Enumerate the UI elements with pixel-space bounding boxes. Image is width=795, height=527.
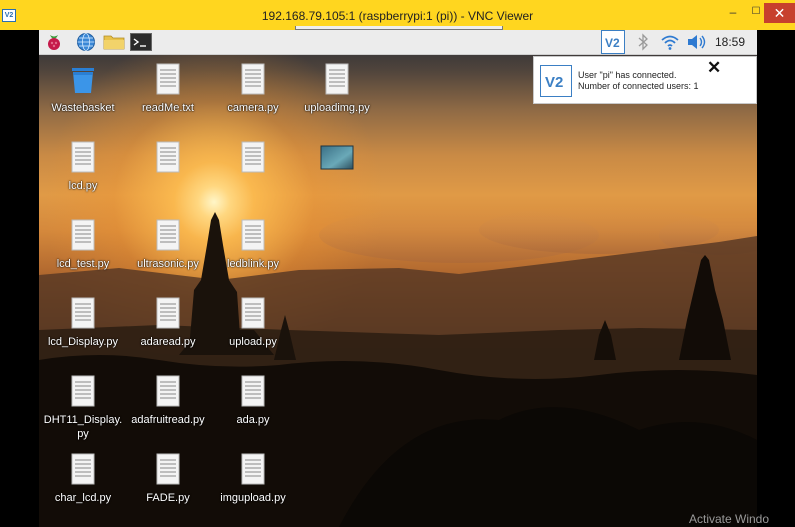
svg-text:V2: V2 (545, 74, 563, 91)
vnc-server-icon[interactable]: V2 (601, 30, 625, 54)
desktop-icon-label: readMe.txt (142, 102, 194, 114)
text-file-icon (156, 63, 180, 95)
desktop-icon-image[interactable] (292, 141, 382, 179)
desktop-icon-readme[interactable]: readMe.txt (123, 63, 213, 115)
desktop-icon-lcd-display[interactable]: lcd_Display.py (39, 297, 128, 349)
text-file-icon (71, 453, 95, 485)
desktop-icon-label: camera.py (227, 102, 279, 114)
desktop-icon-label: uploadimg.py (304, 102, 370, 114)
volume-icon[interactable] (687, 34, 707, 50)
desktop-icon-label: ultrasonic.py (137, 258, 199, 270)
desktop-icon-label: char_lcd.py (54, 492, 112, 504)
image-file-icon (320, 145, 354, 170)
vnc-viewer-titlebar[interactable]: V2 192.168.79.105:1 (raspberrypi:1 (pi))… (0, 0, 795, 30)
file-manager-icon[interactable] (103, 33, 125, 51)
text-file-icon (156, 453, 180, 485)
desktop-icon-label: upload.py (229, 336, 277, 348)
text-file-icon (71, 219, 95, 251)
desktop-icon-lcd-test[interactable]: lcd_test.py (39, 219, 128, 271)
desktop-icon-label: lcd_Display.py (47, 336, 119, 348)
text-file-icon (241, 375, 265, 407)
connection-notification[interactable]: V2 User "pi" has connected. Number of co… (533, 56, 757, 104)
text-file-icon (241, 297, 265, 329)
minimize-button[interactable]: – (722, 4, 744, 20)
remote-desktop[interactable]: V2 18:59 V2 User "pi" has connected. Num… (39, 30, 757, 527)
text-file-icon (156, 219, 180, 251)
notification-close-button[interactable]: ✕ (707, 58, 721, 78)
desktop-icon-file[interactable] (123, 141, 213, 179)
raspberry-pi-menu-icon[interactable] (44, 32, 64, 52)
wifi-icon[interactable] (661, 33, 679, 51)
wastebasket-icon (72, 68, 94, 93)
desktop-icon-label: Wastebasket (51, 102, 115, 114)
desktop-icon-ledblink[interactable]: ledblink.py (208, 219, 298, 271)
desktop-icon-ada[interactable]: ada.py (208, 375, 298, 427)
text-file-icon (156, 375, 180, 407)
desktop-icon-lcd[interactable]: lcd.py (39, 141, 128, 193)
activate-windows-watermark: Activate Windo (689, 512, 770, 526)
text-file-icon (241, 63, 265, 95)
notification-line-2: Number of connected users: 1 (578, 81, 699, 91)
desktop-icon-fade[interactable]: FADE.py (123, 453, 213, 505)
text-file-icon (71, 141, 95, 173)
desktop-icon-label: imgupload.py (220, 492, 286, 504)
notification-line-1: User "pi" has connected. (578, 70, 677, 80)
desktop-icon-imgupload[interactable]: imgupload.py (208, 453, 298, 505)
terminal-icon[interactable] (130, 33, 152, 51)
desktop-icon-wastebasket[interactable]: Wastebasket (39, 63, 128, 115)
desktop-icon-adaread[interactable]: adaread.py (123, 297, 213, 349)
desktop-icon-label: ledblink.py (227, 258, 279, 270)
panel-clock[interactable]: 18:59 (715, 35, 745, 49)
taskbar-panel: V2 18:59 (39, 30, 757, 55)
desktop-icon-label: FADE.py (146, 492, 190, 504)
text-file-icon (241, 141, 265, 173)
svg-text:V2: V2 (605, 36, 620, 50)
close-button[interactable]: ✕ (764, 3, 795, 23)
text-file-icon (241, 219, 265, 251)
desktop-icon-label: lcd_test.py (56, 258, 110, 270)
bluetooth-icon[interactable] (636, 33, 650, 51)
desktop-icon-upload[interactable]: upload.py (208, 297, 298, 349)
desktop-icon-dht11-display[interactable]: DHT11_Display.py (39, 375, 128, 441)
desktop-icon-label: lcd.py (68, 180, 98, 192)
text-file-icon (325, 63, 349, 95)
desktop-icon-file[interactable] (208, 141, 298, 179)
web-browser-icon[interactable] (76, 32, 96, 52)
desktop-icon-ultrasonic[interactable]: ultrasonic.py (123, 219, 213, 271)
text-file-icon (241, 453, 265, 485)
desktop-icon-uploadimg[interactable]: uploadimg.py (292, 63, 382, 115)
desktop-icon-camera[interactable]: camera.py (208, 63, 298, 115)
text-file-icon (71, 297, 95, 329)
desktop-icon-label: adafruitread.py (131, 414, 205, 426)
vnc-logo-icon: V2 (540, 65, 572, 97)
text-file-icon (156, 141, 180, 173)
desktop-icon-label: adaread.py (140, 336, 196, 348)
text-file-icon (71, 375, 95, 407)
desktop-icon-char-lcd[interactable]: char_lcd.py (39, 453, 128, 505)
desktop-icon-adafruitread[interactable]: adafruitread.py (123, 375, 213, 427)
desktop-icon-label: ada.py (236, 414, 270, 426)
maximize-button[interactable]: ☐ (746, 4, 766, 20)
desktop-icon-label: DHT11_Display.py (43, 414, 123, 440)
text-file-icon (156, 297, 180, 329)
viewer-right-margin (757, 30, 795, 527)
window-title: 192.168.79.105:1 (raspberrypi:1 (pi)) - … (261, 9, 534, 23)
